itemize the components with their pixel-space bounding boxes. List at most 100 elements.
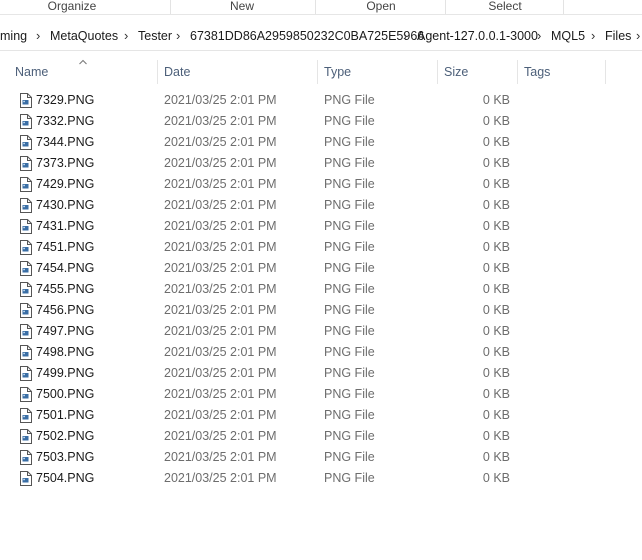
file-type: PNG File xyxy=(324,135,375,149)
chevron-right-icon[interactable]: › xyxy=(403,22,407,50)
file-row[interactable]: 7431.PNG 2021/03/25 2:01 PM PNG File 0 KB xyxy=(0,216,642,237)
png-file-icon[interactable] xyxy=(19,198,32,213)
png-file-icon[interactable] xyxy=(19,156,32,171)
png-file-icon[interactable] xyxy=(19,303,32,318)
file-row[interactable]: 7332.PNG 2021/03/25 2:01 PM PNG File 0 KB xyxy=(0,111,642,132)
file-size: 0 KB xyxy=(482,261,510,275)
file-row[interactable]: 7430.PNG 2021/03/25 2:01 PM PNG File 0 KB xyxy=(0,195,642,216)
file-row[interactable]: 7344.PNG 2021/03/25 2:01 PM PNG File 0 KB xyxy=(0,132,642,153)
file-type: PNG File xyxy=(324,366,375,380)
file-row[interactable]: 7456.PNG 2021/03/25 2:01 PM PNG File 0 KB xyxy=(0,300,642,321)
file-explorer-window: Organize New Open Select ming › MetaQuot… xyxy=(0,0,642,560)
file-date: 2021/03/25 2:01 PM xyxy=(164,219,277,233)
png-file-icon[interactable] xyxy=(19,177,32,192)
file-date: 2021/03/25 2:01 PM xyxy=(164,282,277,296)
file-size: 0 KB xyxy=(482,450,510,464)
file-row[interactable]: 7429.PNG 2021/03/25 2:01 PM PNG File 0 KB xyxy=(0,174,642,195)
file-type: PNG File xyxy=(324,156,375,170)
file-size: 0 KB xyxy=(482,303,510,317)
file-date: 2021/03/25 2:01 PM xyxy=(164,345,277,359)
png-file-icon[interactable] xyxy=(19,240,32,255)
chevron-right-icon[interactable]: › xyxy=(176,22,180,50)
breadcrumb-item-files[interactable]: Files xyxy=(605,22,631,50)
chevron-right-icon[interactable]: › xyxy=(124,22,128,50)
file-type: PNG File xyxy=(324,429,375,443)
breadcrumb-item-roaming[interactable]: ming xyxy=(0,22,27,50)
file-date: 2021/03/25 2:01 PM xyxy=(164,93,277,107)
file-row[interactable]: 7498.PNG 2021/03/25 2:01 PM PNG File 0 KB xyxy=(0,342,642,363)
breadcrumb-item-terminal-id[interactable]: 67381DD86A2959850232C0BA725E5966 xyxy=(190,22,424,50)
column-header-type[interactable]: Type xyxy=(324,58,351,86)
png-file-icon[interactable] xyxy=(19,135,32,150)
chevron-right-icon[interactable]: › xyxy=(591,22,595,50)
column-divider[interactable] xyxy=(605,60,606,84)
column-divider[interactable] xyxy=(437,60,438,84)
ribbon-divider xyxy=(170,0,171,14)
file-size: 0 KB xyxy=(482,282,510,296)
file-size: 0 KB xyxy=(482,240,510,254)
file-date: 2021/03/25 2:01 PM xyxy=(164,198,277,212)
png-file-icon[interactable] xyxy=(19,261,32,276)
file-name: 7504.PNG xyxy=(36,471,95,485)
png-file-icon[interactable] xyxy=(19,93,32,108)
ribbon-group-new[interactable]: New xyxy=(172,0,312,14)
chevron-right-icon[interactable]: › xyxy=(537,22,541,50)
png-file-icon[interactable] xyxy=(19,408,32,423)
breadcrumb-item-mql5[interactable]: MQL5 xyxy=(551,22,585,50)
chevron-right-icon[interactable]: › xyxy=(636,22,640,50)
png-file-icon[interactable] xyxy=(19,450,32,465)
file-type: PNG File xyxy=(324,387,375,401)
file-row[interactable]: 7497.PNG 2021/03/25 2:01 PM PNG File 0 KB xyxy=(0,321,642,342)
file-row[interactable]: 7329.PNG 2021/03/25 2:01 PM PNG File 0 KB xyxy=(0,90,642,111)
file-name: 7373.PNG xyxy=(36,156,95,170)
ribbon-group-organize[interactable]: Organize xyxy=(2,0,142,14)
png-file-icon[interactable] xyxy=(19,282,32,297)
png-file-icon[interactable] xyxy=(19,219,32,234)
png-file-icon[interactable] xyxy=(19,471,32,486)
png-file-icon[interactable] xyxy=(19,429,32,444)
column-divider[interactable] xyxy=(157,60,158,84)
column-divider[interactable] xyxy=(317,60,318,84)
file-date: 2021/03/25 2:01 PM xyxy=(164,324,277,338)
file-row[interactable]: 7451.PNG 2021/03/25 2:01 PM PNG File 0 KB xyxy=(0,237,642,258)
file-row[interactable]: 7501.PNG 2021/03/25 2:01 PM PNG File 0 KB xyxy=(0,405,642,426)
file-name: 7498.PNG xyxy=(36,345,95,359)
file-row[interactable]: 7499.PNG 2021/03/25 2:01 PM PNG File 0 KB xyxy=(0,363,642,384)
file-name: 7497.PNG xyxy=(36,324,95,338)
file-row[interactable]: 7373.PNG 2021/03/25 2:01 PM PNG File 0 KB xyxy=(0,153,642,174)
png-file-icon[interactable] xyxy=(19,114,32,129)
breadcrumb-item-agent[interactable]: Agent-127.0.0.1-3000 xyxy=(417,22,538,50)
file-type: PNG File xyxy=(324,198,375,212)
breadcrumb[interactable]: ming › MetaQuotes › Tester › 67381DD86A2… xyxy=(0,22,642,51)
file-row[interactable]: 7454.PNG 2021/03/25 2:01 PM PNG File 0 KB xyxy=(0,258,642,279)
breadcrumb-item-tester[interactable]: Tester xyxy=(138,22,172,50)
png-file-icon[interactable] xyxy=(19,387,32,402)
file-size: 0 KB xyxy=(482,387,510,401)
column-header-name[interactable]: Name xyxy=(15,58,48,86)
file-name: 7332.PNG xyxy=(36,114,95,128)
chevron-right-icon[interactable]: › xyxy=(36,22,40,50)
file-size: 0 KB xyxy=(482,345,510,359)
file-row[interactable]: 7503.PNG 2021/03/25 2:01 PM PNG File 0 KB xyxy=(0,447,642,468)
file-row[interactable]: 7502.PNG 2021/03/25 2:01 PM PNG File 0 KB xyxy=(0,426,642,447)
column-header-size[interactable]: Size xyxy=(444,58,468,86)
file-name: 7503.PNG xyxy=(36,450,95,464)
png-file-icon[interactable] xyxy=(19,345,32,360)
file-row[interactable]: 7455.PNG 2021/03/25 2:01 PM PNG File 0 KB xyxy=(0,279,642,300)
file-type: PNG File xyxy=(324,303,375,317)
file-date: 2021/03/25 2:01 PM xyxy=(164,408,277,422)
column-divider[interactable] xyxy=(517,60,518,84)
column-header-tags[interactable]: Tags xyxy=(524,58,550,86)
file-name: 7451.PNG xyxy=(36,240,95,254)
png-file-icon[interactable] xyxy=(19,366,32,381)
file-date: 2021/03/25 2:01 PM xyxy=(164,366,277,380)
column-header-date[interactable]: Date xyxy=(164,58,190,86)
file-name: 7500.PNG xyxy=(36,387,95,401)
file-row[interactable]: 7504.PNG 2021/03/25 2:01 PM PNG File 0 KB xyxy=(0,468,642,489)
file-row[interactable]: 7500.PNG 2021/03/25 2:01 PM PNG File 0 KB xyxy=(0,384,642,405)
file-size: 0 KB xyxy=(482,408,510,422)
breadcrumb-item-metaquotes[interactable]: MetaQuotes xyxy=(50,22,118,50)
ribbon-group-open[interactable]: Open xyxy=(317,0,445,14)
ribbon-group-select[interactable]: Select xyxy=(447,0,563,14)
png-file-icon[interactable] xyxy=(19,324,32,339)
